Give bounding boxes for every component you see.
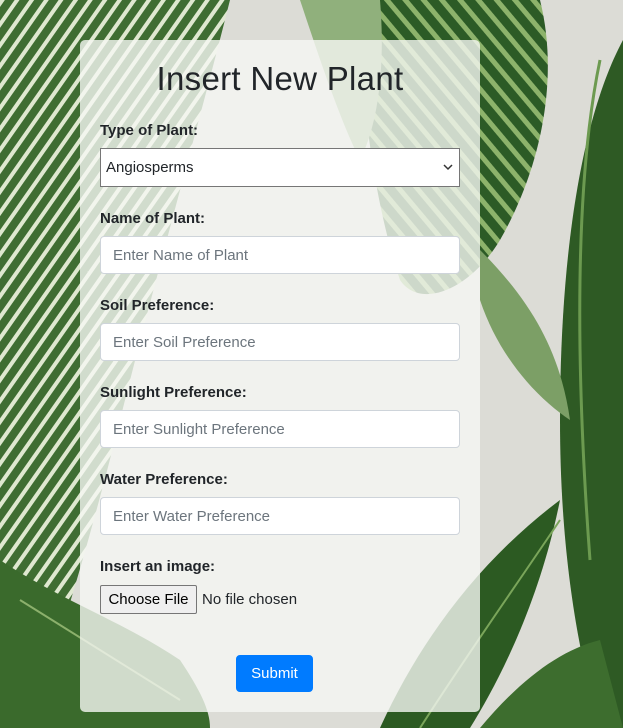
type-of-plant-select[interactable]: Angiosperms bbox=[100, 148, 460, 187]
chevron-down-icon bbox=[443, 164, 453, 171]
sunlight-preference-label: Sunlight Preference: bbox=[100, 384, 247, 401]
page-title: Insert New Plant bbox=[156, 60, 404, 97]
name-of-plant-input[interactable] bbox=[100, 236, 460, 274]
submit-button[interactable]: Submit bbox=[236, 655, 313, 692]
type-of-plant-selected-value: Angiosperms bbox=[106, 159, 194, 176]
file-status-text: No file chosen bbox=[202, 591, 298, 608]
water-preference-label: Water Preference: bbox=[100, 471, 228, 488]
sunlight-preference-input[interactable] bbox=[100, 410, 460, 448]
name-of-plant-label: Name of Plant: bbox=[100, 210, 206, 227]
choose-file-button[interactable]: Choose File bbox=[100, 585, 197, 614]
type-of-plant-label: Type of Plant: bbox=[100, 122, 199, 139]
soil-preference-input[interactable] bbox=[100, 323, 460, 361]
insert-image-label: Insert an image: bbox=[100, 558, 216, 575]
water-preference-input[interactable] bbox=[100, 497, 460, 535]
soil-preference-label: Soil Preference: bbox=[100, 297, 215, 314]
